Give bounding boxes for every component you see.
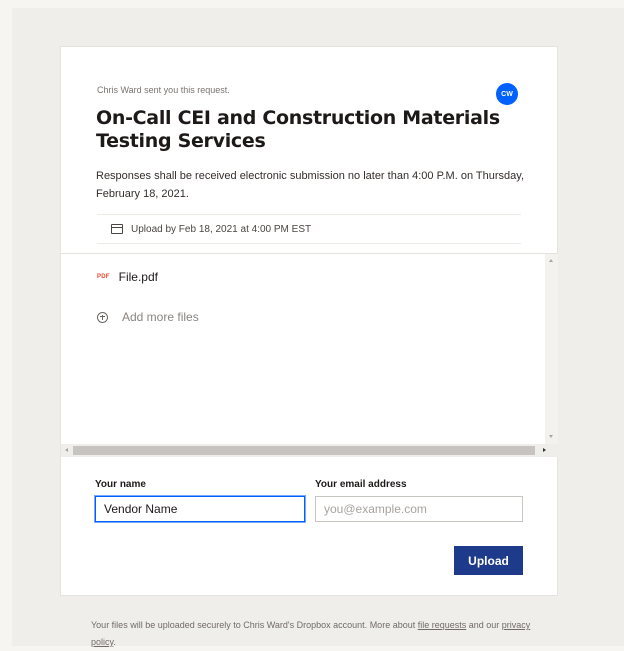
add-more-files-button[interactable]: Add more files: [97, 310, 199, 324]
deadline-text: Upload by Feb 18, 2021 at 4:00 PM EST: [131, 223, 312, 235]
request-title: On-Call CEI and Construction Materials T…: [96, 107, 500, 152]
scrollbar-thumb[interactable]: [73, 446, 535, 455]
vertical-scrollbar[interactable]: [545, 254, 558, 444]
file-list: PDF File.pdf Add more files: [61, 254, 558, 444]
sender-text: Chris Ward sent you this request.: [97, 85, 230, 95]
add-more-files-label: Add more files: [122, 310, 199, 324]
footer-text-part: Your files will be uploaded securely to …: [91, 620, 418, 630]
scroll-right-icon[interactable]: [543, 448, 546, 452]
pdf-file-icon: PDF: [97, 274, 110, 280]
horizontal-scrollbar[interactable]: [61, 444, 558, 457]
email-input[interactable]: [315, 496, 523, 522]
list-item[interactable]: PDF File.pdf: [97, 270, 158, 284]
deadline-bar: Upload by Feb 18, 2021 at 4:00 PM EST: [97, 214, 521, 244]
plus-circle-icon: [97, 311, 108, 323]
scroll-down-icon[interactable]: [549, 435, 553, 438]
file-request-card: Chris Ward sent you this request. CW On-…: [60, 46, 558, 596]
scroll-left-icon[interactable]: [65, 448, 68, 452]
name-label: Your name: [95, 479, 146, 490]
upload-button[interactable]: Upload: [454, 546, 523, 575]
calendar-icon: [111, 224, 123, 234]
email-label: Your email address: [315, 479, 407, 490]
file-name: File.pdf: [118, 270, 158, 284]
footer-text-part: and our: [466, 620, 502, 630]
avatar: CW: [496, 83, 518, 105]
scroll-up-icon[interactable]: [549, 259, 553, 262]
request-description: Responses shall be received electronic s…: [96, 170, 525, 200]
name-input[interactable]: [95, 496, 305, 522]
file-requests-link[interactable]: file requests: [418, 620, 467, 630]
